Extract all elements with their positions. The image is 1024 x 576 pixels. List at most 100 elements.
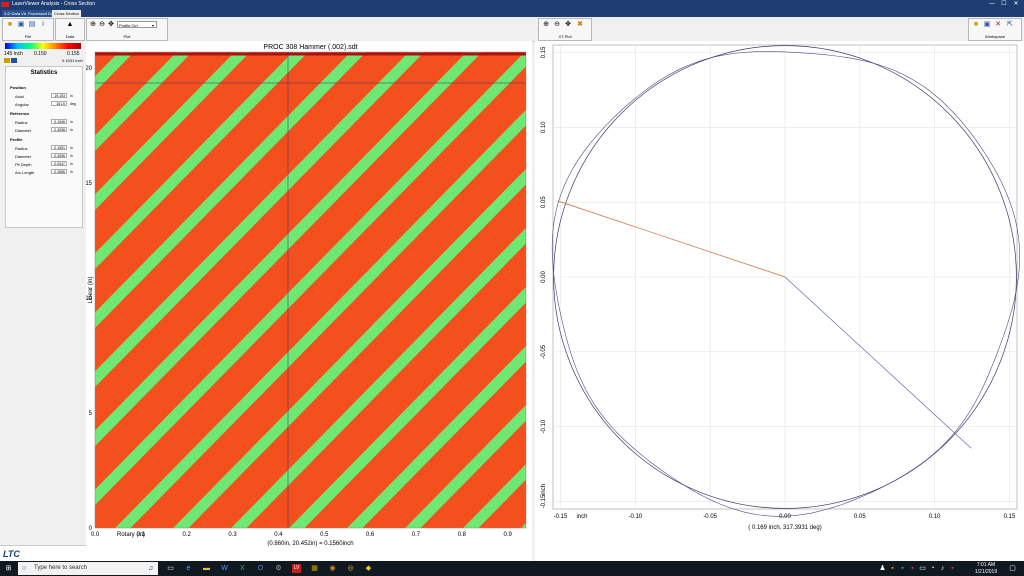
messenger-icon[interactable]: ◆: [364, 564, 373, 573]
cross-section-panel: -0.15 -0.10 -0.05 0.00 0.05 0.10 0.15 0.15 0.10 0…: [535, 41, 1024, 561]
angular-field[interactable]: 161.5: [51, 101, 67, 106]
profile-radius-value: 0.1551: [51, 145, 67, 150]
arc-length-value: 0.2686: [51, 169, 67, 174]
reference-radius-value: 0.1546: [51, 119, 67, 124]
heatmap-y-tick: 5: [89, 411, 93, 417]
heatmap-readout: (0.860in, 20.452in) = 0.1560inch: [267, 541, 353, 547]
chrome-icon[interactable]: ◎: [346, 564, 355, 573]
heatmap-svg[interactable]: PROC 308 Hammer (.002).sdt051015200.0 0.1…: [85, 41, 532, 561]
clock-date[interactable]: 1/21/2019: [968, 569, 1004, 575]
file-explorer-icon[interactable]: ▬: [202, 564, 211, 573]
heatmap-x-tick: 0.2: [183, 532, 192, 538]
reference-diameter-label: Diameter: [15, 128, 32, 133]
statistics-title: Statistics: [30, 70, 58, 76]
title-bar: LaserViewer Analysis - Cross Section — ☐…: [0, 0, 1024, 9]
zoom-out-icon[interactable]: ⊖: [98, 21, 106, 29]
plot-group: ⊕ ⊖ ✥ Profile Ctrl ▾ Plot: [86, 18, 168, 41]
excel-icon[interactable]: X: [238, 564, 247, 573]
taskbar: ⊞ ○ Type here to search ♫ ▭ e ▬ W X O ⚙ …: [0, 561, 1024, 576]
arc-length-label: Arc Length: [15, 170, 35, 175]
company-logo: LTC: [0, 545, 86, 562]
windows-start-icon[interactable]: ⊞: [4, 564, 13, 573]
wifi-icon[interactable]: ◔: [928, 564, 937, 573]
tray-network-icon[interactable]: ▪: [898, 564, 907, 573]
cross-section-x-tick: -0.10: [628, 514, 642, 520]
notification-icon[interactable]: ▢: [1008, 564, 1017, 573]
clock-time[interactable]: 7:01 AM: [968, 562, 1004, 568]
pit-depth-unit: in: [70, 162, 73, 166]
reset-icon[interactable]: ✖: [576, 21, 584, 29]
heatmap-title: PROC 308 Hammer (.002).sdt: [263, 44, 357, 51]
info-icon[interactable]: i: [39, 21, 47, 29]
minimize-button[interactable]: —: [986, 0, 998, 9]
search-placeholder: Type here to search: [34, 565, 88, 571]
cross-section-y-tick: -0.10: [541, 419, 547, 433]
heatmap-x-tick: 0.6: [366, 532, 375, 538]
axial-unit: in: [70, 94, 73, 98]
firefox-icon[interactable]: ◉: [328, 564, 337, 573]
tray-app-icon[interactable]: ▪: [888, 564, 897, 573]
cross-section-svg[interactable]: -0.15 -0.10 -0.05 0.00 0.05 0.10 0.15 0.15 0.10 0…: [535, 41, 1024, 561]
left-panel: 145 inch 0.150 0.155 0.1531 inch Statist…: [0, 41, 86, 562]
cross-section-x-tick: 0.00: [779, 514, 791, 520]
app-folder-icon[interactable]: ▦: [310, 564, 319, 573]
tab-cross-section[interactable]: Cross Section: [52, 10, 81, 17]
laserviewer-taskbar-icon[interactable]: LV: [292, 564, 301, 573]
zoom-in-icon[interactable]: ⊕: [89, 21, 97, 29]
reference-radius-unit: in: [70, 120, 73, 124]
cross-section-x-tick: 0.15: [1004, 514, 1016, 520]
heatmap-y-label: Linear (in): [88, 276, 94, 303]
xtplot-group: ⊕ ⊖ ✥ ✖ XT-Plot: [538, 18, 592, 41]
tray-security-icon[interactable]: ▪: [908, 564, 917, 573]
reference-diameter-value: 0.3098: [51, 127, 67, 132]
pit-depth-label: Pit Depth: [15, 162, 32, 167]
open-folder-icon[interactable]: ■: [6, 21, 14, 29]
edge-icon[interactable]: e: [184, 564, 193, 573]
cross-section-x-unit: inch: [576, 514, 587, 520]
save-workspace-icon[interactable]: ▣: [983, 21, 991, 29]
people-icon[interactable]: ♟: [878, 564, 887, 573]
cortana-icon: ○: [22, 565, 27, 572]
axial-field[interactable]: 19.153: [51, 93, 67, 98]
ribbon: ■ ▣ ▤ i File ▲ Data ⊕ ⊖ ✥ Profile Ctrl ▾…: [0, 17, 1024, 42]
colorbar-save-icon[interactable]: [11, 58, 17, 63]
print-icon[interactable]: ▤: [28, 21, 36, 29]
zoom-out-icon[interactable]: ⊖: [553, 21, 561, 29]
window-title: LaserViewer Analysis - Cross Section: [12, 1, 95, 7]
volume-icon[interactable]: ♪: [938, 564, 947, 573]
app-gear-icon[interactable]: ⚙: [274, 564, 283, 573]
open-workspace-icon[interactable]: ■: [972, 21, 980, 29]
statistics-panel: Statistics Position Axial 19.153 in Angu…: [5, 66, 83, 228]
save-icon[interactable]: ▣: [17, 21, 25, 29]
export-icon[interactable]: ⇱: [1006, 21, 1014, 29]
cross-section-y-tick: -0.15: [541, 494, 547, 508]
close-button[interactable]: ✕: [1010, 0, 1022, 9]
task-view-icon[interactable]: ▭: [166, 564, 175, 573]
colorbar-max: 0.155: [67, 51, 80, 57]
cross-section-x-tick: -0.05: [703, 514, 717, 520]
cross-section-y-tick: 0.00: [541, 271, 547, 283]
colorbar-folder-icon[interactable]: [4, 58, 10, 63]
tray-alert-icon[interactable]: ▪: [948, 564, 957, 573]
data-triangle-icon[interactable]: ▲: [66, 21, 74, 29]
pan-icon[interactable]: ✥: [107, 21, 115, 29]
heatmap-x-tick: 0.8: [458, 532, 467, 538]
microphone-icon[interactable]: ♫: [148, 562, 153, 575]
profile-select[interactable]: Profile Ctrl ▾: [117, 21, 157, 28]
workspace-group-label: Workspace: [985, 34, 1005, 39]
taskbar-search[interactable]: ○ Type here to search ♫: [18, 562, 158, 575]
cross-section-y-tick: 0.15: [541, 46, 547, 58]
profile-radius-unit: in: [70, 146, 73, 150]
pan-icon[interactable]: ✥: [564, 21, 572, 29]
zoom-in-icon[interactable]: ⊕: [542, 21, 550, 29]
maximize-button[interactable]: ☐: [998, 0, 1010, 9]
profile-radius-label: Radius: [15, 146, 28, 151]
reference-radius-label: Radius: [15, 120, 28, 125]
battery-icon[interactable]: ▭: [918, 564, 927, 573]
outlook-icon[interactable]: O: [256, 564, 265, 573]
word-icon[interactable]: W: [220, 564, 229, 573]
heatmap-x-tick: 0.3: [228, 532, 237, 538]
tools-icon[interactable]: ✕: [994, 21, 1002, 29]
cross-section-y-tick: -0.05: [541, 344, 547, 358]
cross-section-y-tick: 0.05: [541, 196, 547, 208]
